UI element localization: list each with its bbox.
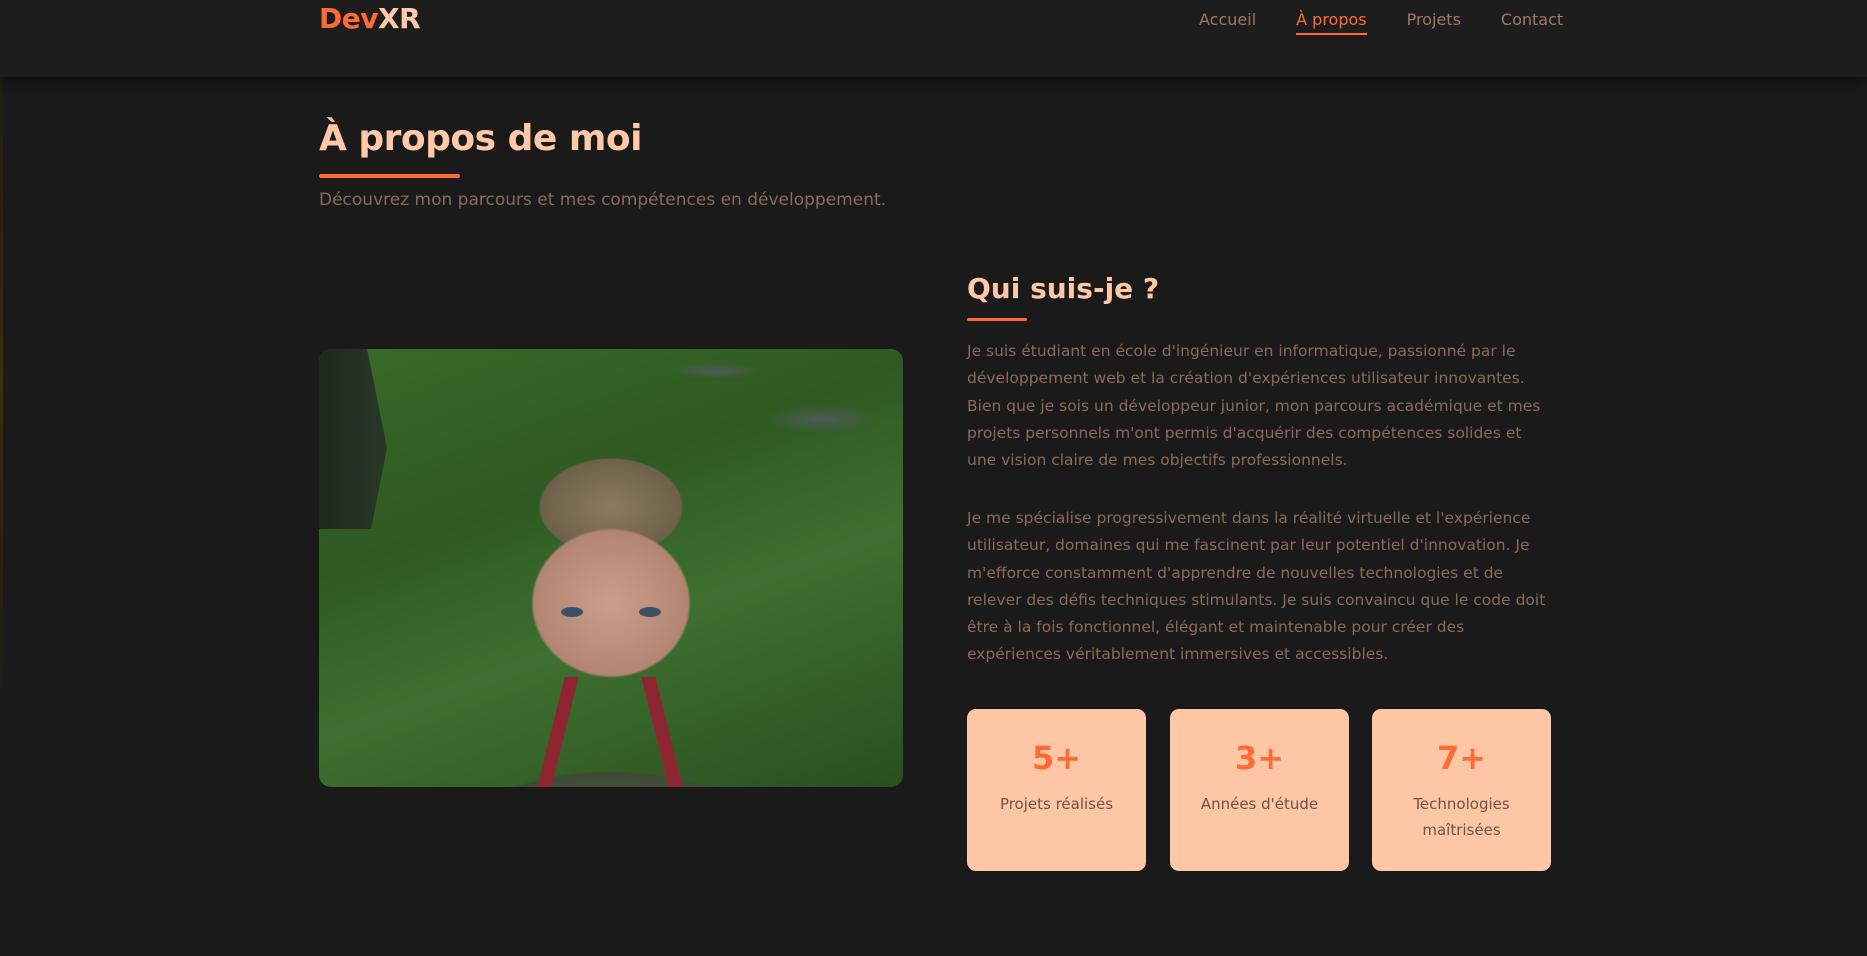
- photo-collar-left: [537, 677, 579, 787]
- nav-link-a-propos[interactable]: À propos: [1296, 10, 1367, 35]
- main-nav: Accueil À propos Projets Contact: [1199, 10, 1563, 35]
- nav-link-accueil[interactable]: Accueil: [1199, 10, 1256, 35]
- stat-card-years: 3+ Années d'étude: [1170, 709, 1349, 871]
- stat-label: Projets réalisés: [999, 795, 1114, 813]
- page-title: À propos de moi: [319, 118, 642, 159]
- section-title-underline: [967, 318, 1027, 321]
- section-title: Qui suis-je ?: [967, 272, 1160, 305]
- bio-paragraph-2: Je me spécialise progressivement dans la…: [967, 509, 1546, 664]
- logo-part-xr: XR: [377, 2, 421, 35]
- photo-collar-right: [641, 677, 683, 787]
- photo-background-figure: [319, 349, 387, 529]
- profile-photo: [319, 349, 903, 787]
- page-subtitle: Découvrez mon parcours et mes compétence…: [319, 190, 887, 210]
- stat-card-technologies: 7+ Technologies maîtrisées: [1372, 709, 1551, 871]
- stat-value: 5+: [1031, 739, 1082, 777]
- bio-paragraph-1: Je suis étudiant en école d'ingénieur en…: [967, 342, 1541, 470]
- stat-label: Technologies maîtrisées: [1413, 795, 1510, 839]
- title-underline: [319, 174, 460, 178]
- site-header: DevXR Accueil À propos Projets Contact: [0, 0, 1867, 77]
- photo-eye-right: [639, 607, 661, 617]
- photo-eye-left: [561, 607, 583, 617]
- nav-link-projets[interactable]: Projets: [1407, 10, 1461, 35]
- stat-label: Années d'étude: [1200, 795, 1319, 813]
- nav-link-contact[interactable]: Contact: [1501, 10, 1563, 35]
- logo-part-dev: Dev: [319, 2, 378, 35]
- page-edge: [0, 0, 3, 956]
- logo[interactable]: DevXR: [319, 2, 421, 35]
- stat-value: 7+: [1436, 739, 1487, 777]
- stat-card-projects: 5+ Projets réalisés: [967, 709, 1146, 871]
- stat-value: 3+: [1234, 739, 1285, 777]
